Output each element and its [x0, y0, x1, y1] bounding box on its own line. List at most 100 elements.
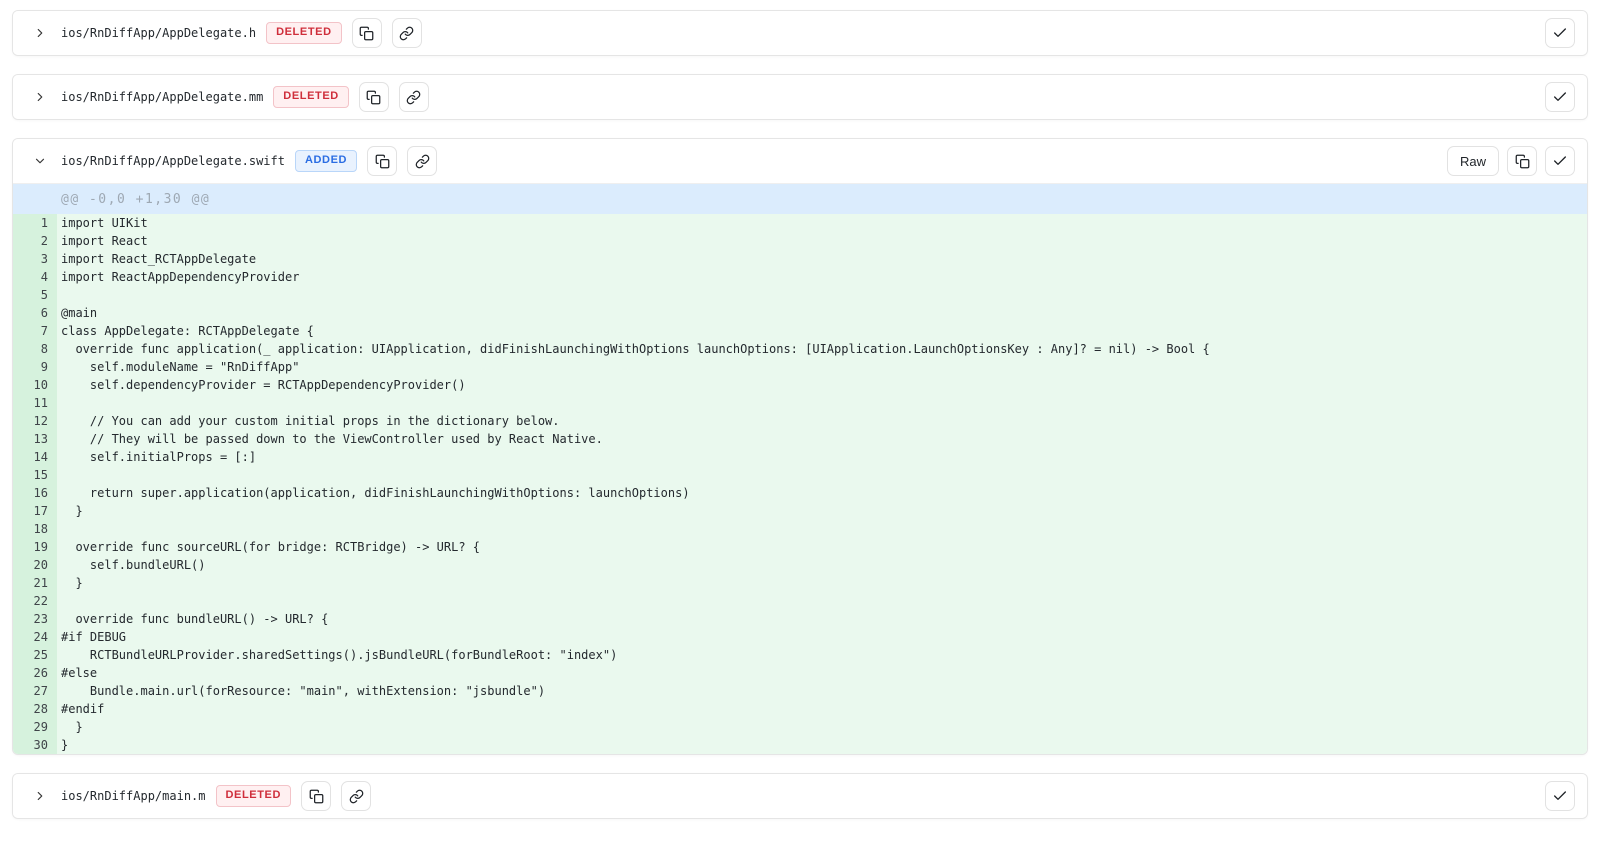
- file-card-header-right: Raw: [1447, 146, 1575, 176]
- line-content: class AppDelegate: RCTAppDelegate {: [57, 322, 1587, 340]
- mark-complete-button[interactable]: [1545, 781, 1575, 811]
- code-lines: 1 import UIKit 2 import React 3 import R…: [13, 214, 1587, 754]
- line-number: 26: [13, 664, 57, 682]
- check-icon: [1552, 25, 1568, 41]
- diff-line: 30 }: [13, 736, 1587, 754]
- line-content: }: [57, 718, 1587, 736]
- chevron-right-icon: [33, 154, 47, 168]
- line-number: 11: [13, 394, 57, 412]
- line-number: 14: [13, 448, 57, 466]
- line-content: [57, 592, 1587, 610]
- check-icon: [1552, 788, 1568, 804]
- line-number: 10: [13, 376, 57, 394]
- file-card-header: ios/RnDiffApp/AppDelegate.mm DELETED: [13, 75, 1587, 119]
- diff-line: 21 }: [13, 574, 1587, 592]
- line-number: 24: [13, 628, 57, 646]
- file-card-header: ios/RnDiffApp/main.m DELETED: [13, 774, 1587, 818]
- file-status-badge: ADDED: [295, 150, 357, 172]
- line-content: self.moduleName = "RnDiffApp": [57, 358, 1587, 376]
- copy-diff-button[interactable]: [1507, 146, 1537, 176]
- file-card-header: ios/RnDiffApp/AppDelegate.swift ADDED Ra…: [13, 139, 1587, 183]
- file-card: ios/RnDiffApp/AppDelegate.mm DELETED: [12, 74, 1588, 120]
- chevron-right-icon: [33, 90, 47, 104]
- line-content: self.initialProps = [:]: [57, 448, 1587, 466]
- raw-button[interactable]: Raw: [1447, 146, 1499, 176]
- diff-line: 11: [13, 394, 1587, 412]
- line-number: 28: [13, 700, 57, 718]
- diff-line: 9 self.moduleName = "RnDiffApp": [13, 358, 1587, 376]
- copy-icon: [359, 26, 374, 41]
- link-icon: [415, 154, 430, 169]
- diff-view: @@ -0,0 +1,30 @@ 1 import UIKit 2 import…: [13, 183, 1587, 754]
- diff-line: 1 import UIKit: [13, 214, 1587, 232]
- diff-line: 17 }: [13, 502, 1587, 520]
- copy-path-button[interactable]: [301, 781, 331, 811]
- chevron-right-icon: [33, 789, 47, 803]
- diff-line: 13 // They will be passed down to the Vi…: [13, 430, 1587, 448]
- diff-line: 5: [13, 286, 1587, 304]
- diff-line: 12 // You can add your custom initial pr…: [13, 412, 1587, 430]
- line-content: @main: [57, 304, 1587, 322]
- expand-toggle-button[interactable]: [29, 22, 51, 44]
- diff-line: 16 return super.application(application,…: [13, 484, 1587, 502]
- mark-complete-button[interactable]: [1545, 18, 1575, 48]
- line-content: [57, 520, 1587, 538]
- diff-line: 2 import React: [13, 232, 1587, 250]
- file-card-header-right: [1545, 18, 1575, 48]
- line-content: }: [57, 502, 1587, 520]
- file-card-header-left: ios/RnDiffApp/AppDelegate.mm DELETED: [29, 82, 429, 112]
- diff-line: 18: [13, 520, 1587, 538]
- mark-complete-button[interactable]: [1545, 82, 1575, 112]
- file-card-header-left: ios/RnDiffApp/main.m DELETED: [29, 781, 371, 811]
- diff-line: 8 override func application(_ applicatio…: [13, 340, 1587, 358]
- line-content: override func application(_ application:…: [57, 340, 1587, 358]
- line-number: 30: [13, 736, 57, 754]
- line-number: 27: [13, 682, 57, 700]
- line-number: 8: [13, 340, 57, 358]
- diff-line: 19 override func sourceURL(for bridge: R…: [13, 538, 1587, 556]
- copy-link-button[interactable]: [392, 18, 422, 48]
- line-content: RCTBundleURLProvider.sharedSettings().js…: [57, 646, 1587, 664]
- file-path: ios/RnDiffApp/AppDelegate.swift: [61, 154, 285, 168]
- expand-toggle-button[interactable]: [29, 785, 51, 807]
- line-content: self.dependencyProvider = RCTAppDependen…: [57, 376, 1587, 394]
- line-content: import UIKit: [57, 214, 1587, 232]
- expand-toggle-button[interactable]: [29, 150, 51, 172]
- diff-line: 15: [13, 466, 1587, 484]
- expand-toggle-button[interactable]: [29, 86, 51, 108]
- file-card-header-right: [1545, 781, 1575, 811]
- line-number: 29: [13, 718, 57, 736]
- line-number: 1: [13, 214, 57, 232]
- diff-line: 4 import ReactAppDependencyProvider: [13, 268, 1587, 286]
- mark-complete-button[interactable]: [1545, 146, 1575, 176]
- line-content: override func sourceURL(for bridge: RCTB…: [57, 538, 1587, 556]
- file-path: ios/RnDiffApp/AppDelegate.h: [61, 26, 256, 40]
- file-card-header-left: ios/RnDiffApp/AppDelegate.swift ADDED: [29, 146, 437, 176]
- file-status-badge: DELETED: [216, 785, 292, 807]
- line-number: 9: [13, 358, 57, 376]
- diff-line: 29 }: [13, 718, 1587, 736]
- link-icon: [399, 26, 414, 41]
- line-content: // They will be passed down to the ViewC…: [57, 430, 1587, 448]
- copy-link-button[interactable]: [399, 82, 429, 112]
- diff-line: 24 #if DEBUG: [13, 628, 1587, 646]
- line-number: 16: [13, 484, 57, 502]
- line-number: 17: [13, 502, 57, 520]
- copy-link-button[interactable]: [407, 146, 437, 176]
- line-number: 12: [13, 412, 57, 430]
- file-card: ios/RnDiffApp/AppDelegate.h DELETED: [12, 10, 1588, 56]
- file-path: ios/RnDiffApp/main.m: [61, 789, 206, 803]
- copy-icon: [366, 90, 381, 105]
- line-number: 18: [13, 520, 57, 538]
- copy-path-button[interactable]: [352, 18, 382, 48]
- line-number: 4: [13, 268, 57, 286]
- copy-path-button[interactable]: [367, 146, 397, 176]
- line-number: 25: [13, 646, 57, 664]
- diff-line: 28 #endif: [13, 700, 1587, 718]
- line-content: import React: [57, 232, 1587, 250]
- copy-link-button[interactable]: [341, 781, 371, 811]
- line-content: #else: [57, 664, 1587, 682]
- copy-path-button[interactable]: [359, 82, 389, 112]
- line-content: import React_RCTAppDelegate: [57, 250, 1587, 268]
- line-number: 22: [13, 592, 57, 610]
